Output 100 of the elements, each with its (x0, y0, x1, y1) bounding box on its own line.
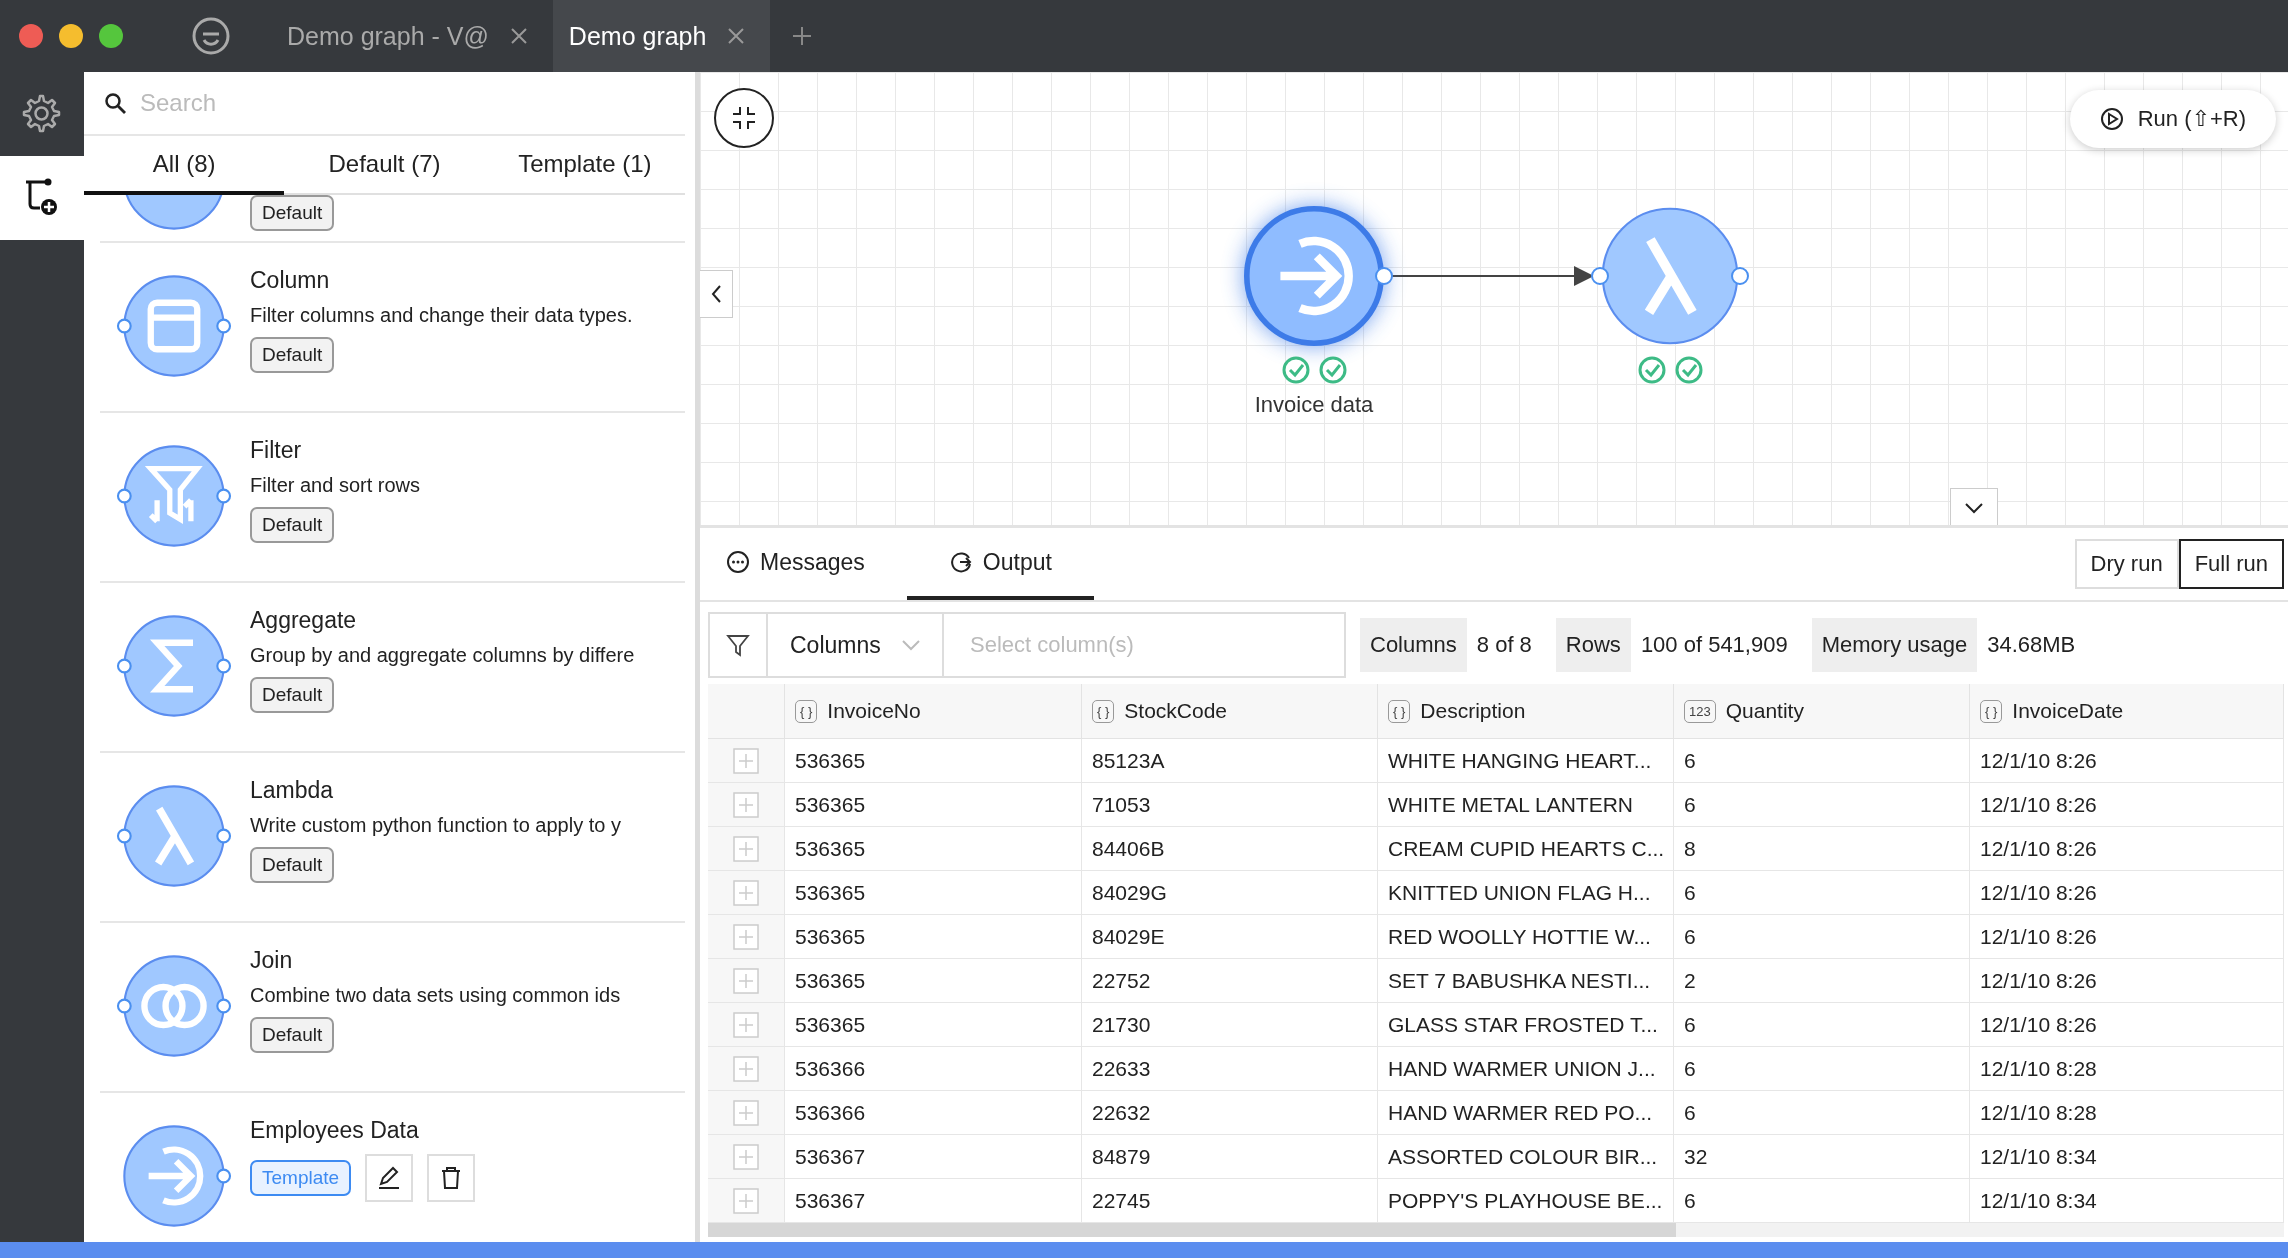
stat-label: Rows (1555, 618, 1631, 672)
collapse-panel-button[interactable] (1950, 488, 1998, 525)
output-icon (948, 550, 973, 574)
rail-button[interactable] (0, 156, 84, 240)
table-cell: 12/1/10 8:26 (1970, 739, 2284, 783)
fit-view-button[interactable] (714, 88, 774, 148)
stat-label: Columns (1360, 618, 1467, 672)
column-header[interactable]: { } InvoiceNo (785, 684, 1082, 739)
table-cell: SET 7 BABUSHKA NESTI... (1378, 959, 1674, 1003)
type-badge: { } (1092, 699, 1115, 723)
delete-button[interactable] (427, 1154, 476, 1202)
column-header[interactable]: { } Description (1378, 684, 1674, 739)
table-cell: 84879 (1082, 1135, 1378, 1179)
table-cell: 536365 (785, 915, 1082, 959)
type-badge: 123 (1684, 699, 1716, 723)
table-cell: 12/1/10 8:26 (1970, 959, 2284, 1003)
window-tab[interactable]: Demo graph - V@ (271, 0, 553, 72)
table-cell: 536366 (785, 1091, 1082, 1135)
category-tag: Default (250, 195, 335, 231)
table-cell: HAND WARMER UNION J... (1378, 1047, 1674, 1091)
table-cell: 22632 (1082, 1091, 1378, 1135)
column-name: StockCode (1124, 699, 1228, 723)
close-icon[interactable] (508, 26, 529, 46)
port-handle[interactable] (1731, 267, 1749, 285)
panel-tab[interactable]: Messages (722, 528, 893, 600)
table-cell: 12/1/10 8:28 (1970, 1047, 2284, 1091)
node-title: Join (250, 947, 294, 974)
close-dot[interactable] (19, 24, 43, 48)
run-button[interactable]: Run (⇧+R) (2069, 90, 2276, 148)
lambda-node[interactable] (1601, 207, 1739, 345)
port-handle[interactable] (1375, 267, 1393, 285)
panel-tab[interactable]: Output (906, 528, 1094, 600)
stat-value: 34.68MB (1986, 631, 2077, 659)
table-cell: WHITE HANGING HEART... (1378, 739, 1674, 783)
chevron-down-icon (900, 639, 921, 651)
run-mode-button[interactable]: Full run (2178, 539, 2284, 589)
table-cell: RED WOOLLY HOTTIE W... (1378, 915, 1674, 959)
table-cell: 12/1/10 8:26 (1970, 783, 2284, 827)
column-name: InvoiceDate (2012, 699, 2124, 723)
column-header[interactable]: { } StockCode (1082, 684, 1378, 739)
scrollbar-thumb[interactable] (708, 1223, 1676, 1237)
collapse-icon (730, 104, 758, 132)
table-cell: 2 (1674, 959, 1970, 1003)
filter-tab[interactable]: Template (1) (484, 136, 685, 195)
node-title: Aggregate (250, 607, 358, 634)
table-cell: 84029E (1082, 915, 1378, 959)
table-cell: 536365 (785, 1003, 1082, 1047)
table-cell: 6 (1674, 1091, 1970, 1135)
new-tab-icon[interactable] (792, 26, 813, 46)
table-cell: 6 (1674, 739, 1970, 783)
table-cell: 536366 (785, 1047, 1082, 1091)
stat-label: Memory usage (1811, 618, 1978, 672)
node-title: Employees Data (250, 1117, 420, 1144)
table-cell: 6 (1674, 1003, 1970, 1047)
table-cell: 536365 (785, 783, 1082, 827)
category-tag: Default (250, 507, 335, 543)
node-description: Filter and sort rows (250, 474, 421, 497)
table-cell: 84406B (1082, 827, 1378, 871)
table-cell: 536365 (785, 739, 1082, 783)
type-badge: { } (1388, 699, 1411, 723)
category-tag: Default (250, 1017, 335, 1053)
column-select-input[interactable]: Select column(s) (944, 631, 1344, 659)
table-cell: 8 (1674, 827, 1970, 871)
node-label: Invoice data (1254, 392, 1374, 417)
type-badge: { } (1980, 699, 2003, 723)
search-field[interactable]: Search (138, 88, 685, 118)
table-cell: 536367 (785, 1135, 1082, 1179)
run-mode-button[interactable]: Dry run (2074, 539, 2179, 589)
category-tag: Default (250, 677, 335, 713)
zoom-dot[interactable] (99, 24, 123, 48)
table-cell: WHITE METAL LANTERN (1378, 783, 1674, 827)
edit-button[interactable] (365, 1154, 414, 1202)
column-header[interactable]: { } InvoiceDate (1970, 684, 2284, 739)
search-icon (104, 92, 126, 114)
minimize-dot[interactable] (59, 24, 83, 48)
collapse-sidebar-button[interactable] (700, 270, 733, 318)
port-handle[interactable] (1591, 267, 1609, 285)
table-cell: HAND WARMER RED PO... (1378, 1091, 1674, 1135)
table-cell: 12/1/10 8:28 (1970, 1091, 2284, 1135)
close-icon[interactable] (726, 26, 747, 46)
table-cell: 536365 (785, 959, 1082, 1003)
filter-tab[interactable]: Default (7) (284, 136, 485, 195)
arrow-circle-node[interactable] (1244, 206, 1384, 346)
node-description: Filter columns and change their data types. (250, 304, 633, 327)
app-logo-icon (191, 16, 231, 56)
table-cell: 6 (1674, 871, 1970, 915)
node-title: Column (250, 267, 331, 294)
play-icon (2099, 107, 2124, 131)
table-cell: 6 (1674, 915, 1970, 959)
table-cell: 21730 (1082, 1003, 1378, 1047)
category-tag: Default (250, 847, 335, 883)
stat-value: 8 of 8 (1475, 631, 1533, 659)
table-cell: 22752 (1082, 959, 1378, 1003)
table-cell: 6 (1674, 1047, 1970, 1091)
node-title: Lambda (250, 777, 335, 804)
window-tab[interactable]: Demo graph (552, 0, 771, 72)
column-header[interactable]: 123 Quantity (1674, 684, 1970, 739)
table-cell: 12/1/10 8:26 (1970, 871, 2284, 915)
table-cell: 12/1/10 8:34 (1970, 1135, 2284, 1179)
table-cell: 6 (1674, 783, 1970, 827)
